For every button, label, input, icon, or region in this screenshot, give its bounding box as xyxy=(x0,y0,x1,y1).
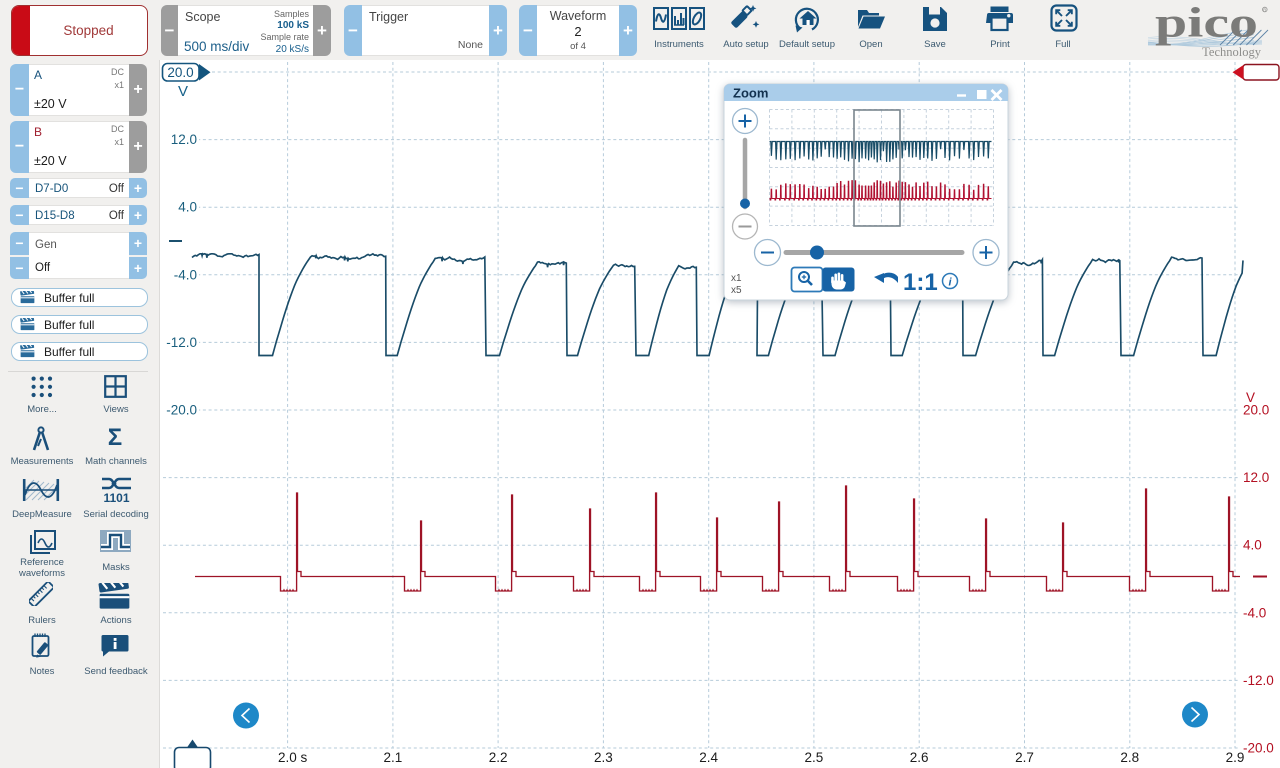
svg-text:x1: x1 xyxy=(731,273,742,284)
svg-text:-4.0: -4.0 xyxy=(1243,605,1266,620)
svg-text:20.0: 20.0 xyxy=(1243,403,1269,418)
svg-text:4.0: 4.0 xyxy=(1243,538,1262,553)
svg-text:2.4: 2.4 xyxy=(699,750,718,765)
svg-text:1:1: 1:1 xyxy=(903,269,938,296)
svg-text:-12.0: -12.0 xyxy=(1243,673,1274,688)
svg-text:x5: x5 xyxy=(731,285,742,296)
svg-text:-12.0: -12.0 xyxy=(166,335,197,350)
svg-text:2.3: 2.3 xyxy=(594,750,613,765)
svg-text:V: V xyxy=(178,83,188,100)
svg-text:2.5: 2.5 xyxy=(805,750,824,765)
svg-text:2.7: 2.7 xyxy=(1015,750,1034,765)
svg-text:20.0: 20.0 xyxy=(167,65,193,80)
svg-text:Zoom: Zoom xyxy=(733,86,768,101)
svg-text:2.1: 2.1 xyxy=(384,750,403,765)
svg-text:-20.0: -20.0 xyxy=(1243,741,1274,756)
svg-text:pico: pico xyxy=(1155,1,1258,47)
svg-text:2.8: 2.8 xyxy=(1120,750,1139,765)
svg-text:2.0 s: 2.0 s xyxy=(278,750,308,765)
svg-text:2.9: 2.9 xyxy=(1226,750,1245,765)
svg-text:1101: 1101 xyxy=(103,491,129,504)
svg-text:2.2: 2.2 xyxy=(489,750,508,765)
svg-text:12.0: 12.0 xyxy=(171,132,197,147)
svg-text:-4.0: -4.0 xyxy=(174,267,197,282)
svg-text:12.0: 12.0 xyxy=(1243,470,1269,485)
svg-text:-20.0: -20.0 xyxy=(166,403,197,418)
svg-text:2.6: 2.6 xyxy=(910,750,929,765)
svg-text:R: R xyxy=(1263,8,1266,13)
svg-text:4.0: 4.0 xyxy=(178,200,197,215)
svg-text:Technology: Technology xyxy=(1202,45,1262,59)
